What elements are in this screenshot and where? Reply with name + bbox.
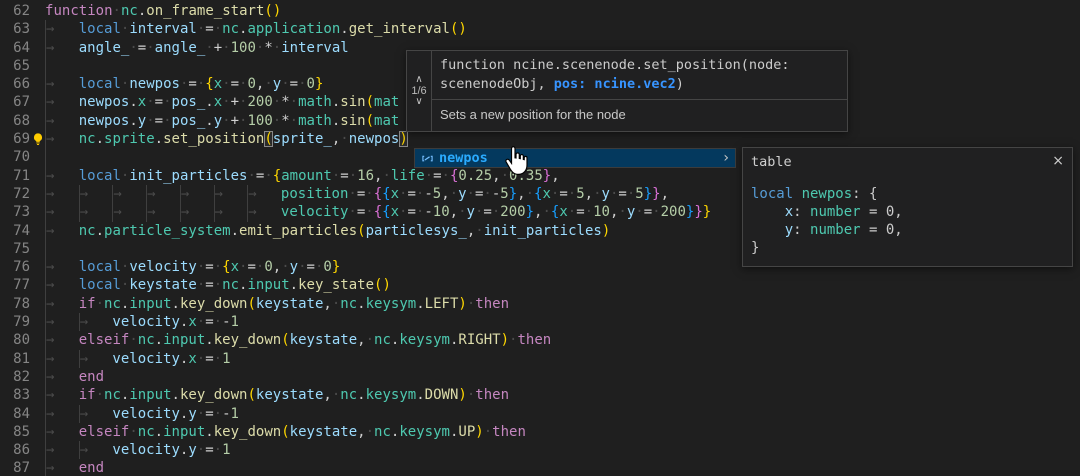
code-line[interactable]: 85 → elseif·nc.input.key_down(keystate,·nc… [0, 422, 1080, 442]
line-number[interactable]: 67 [0, 93, 30, 111]
code-line[interactable]: 62 function·nc.on_frame_start() [0, 2, 1080, 20]
line-number[interactable]: 87 [0, 459, 30, 476]
line-number[interactable]: 85 [0, 423, 30, 441]
signature-pager: ∧ 1/6 ∨ [407, 51, 432, 131]
line-number[interactable]: 71 [0, 167, 30, 185]
code-line[interactable]: 80 → elseif·nc.input.key_down(keystate,·nc… [0, 331, 1080, 350]
signature-help-popup: ∧ 1/6 ∨ function ncine.scenenode.set_pos… [406, 50, 848, 132]
line-number[interactable]: 76 [0, 258, 30, 276]
line-number[interactable]: 69 [0, 130, 30, 148]
code-editor-window: 62 function·nc.on_frame_start() 63 → local·i… [0, 0, 1080, 476]
line-number[interactable]: 82 [0, 368, 30, 386]
line-number[interactable]: 68 [0, 112, 30, 130]
detail-title: table [751, 154, 792, 170]
line-number[interactable]: 81 [0, 350, 30, 368]
signature-active-parameter: pos: ncine.vec2 [553, 76, 676, 92]
line-number[interactable]: 70 [0, 148, 30, 166]
line-number[interactable]: 72 [0, 185, 30, 203]
code-line[interactable]: 87 → end [0, 459, 1080, 476]
code-line[interactable]: 83 → if·nc.input.key_down(keystate,·nc.key… [0, 386, 1080, 405]
close-icon[interactable]: × [1052, 154, 1064, 168]
line-number[interactable]: 66 [0, 75, 30, 93]
chevron-right-icon[interactable]: › [723, 150, 729, 166]
chevron-up-icon[interactable]: ∧ [415, 75, 422, 85]
code-line[interactable]: 79 → → velocity.x·=·-1 [0, 313, 1080, 332]
code-line[interactable]: 82 → end [0, 367, 1080, 387]
code-line[interactable]: 69 → nc.sprite.set_position(sprite_,·newpo… [0, 130, 1080, 149]
line-number[interactable]: 86 [0, 441, 30, 459]
signature-text: function ncine.scenenode.set_position(no… [432, 51, 847, 99]
code-line[interactable]: 78 → if·nc.input.key_down(keystate,·nc.key… [0, 294, 1080, 314]
line-number[interactable]: 62 [0, 2, 30, 20]
code-line[interactable]: 63 → local·interval·=·nc.application.get_i… [0, 20, 1080, 39]
line-number[interactable]: 64 [0, 39, 30, 57]
line-number[interactable]: 75 [0, 240, 30, 258]
line-number[interactable]: 63 [0, 20, 30, 38]
signature-line2-pre: scenenodeObj, [440, 76, 554, 92]
code-line[interactable]: 86 → → velocity.y·=·1 [0, 441, 1080, 460]
line-number[interactable]: 73 [0, 203, 30, 221]
line-number[interactable]: 80 [0, 331, 30, 349]
line-number[interactable]: 78 [0, 295, 30, 313]
code-line[interactable]: 84 → → velocity.y·=·-1 [0, 404, 1080, 423]
suggestion-item-newpos[interactable]: newpos › [414, 148, 736, 168]
signature-line1: function ncine.scenenode.set_position(no… [440, 57, 790, 73]
line-number[interactable]: 79 [0, 313, 30, 331]
signature-line2-post: ) [675, 76, 684, 92]
line-number[interactable]: 84 [0, 405, 30, 423]
chevron-down-icon[interactable]: ∨ [415, 97, 422, 107]
detail-type-code: local newpos: { x: number = 0, y: number… [751, 186, 903, 256]
code-line[interactable]: 77 → local·keystate·=·nc.input.key_state() [0, 276, 1080, 295]
suggestion-label: newpos [439, 150, 488, 166]
line-number[interactable]: 77 [0, 276, 30, 294]
code-line[interactable]: 81 → → velocity.x·=·1 [0, 349, 1080, 368]
variable-icon [419, 150, 435, 166]
line-number[interactable]: 65 [0, 57, 30, 75]
line-number[interactable]: 83 [0, 386, 30, 404]
line-number[interactable]: 74 [0, 222, 30, 240]
signature-docs: Sets a new position for the node [432, 99, 847, 131]
suggestion-detail-panel: table × local newpos: { x: number = 0, y… [742, 147, 1073, 267]
